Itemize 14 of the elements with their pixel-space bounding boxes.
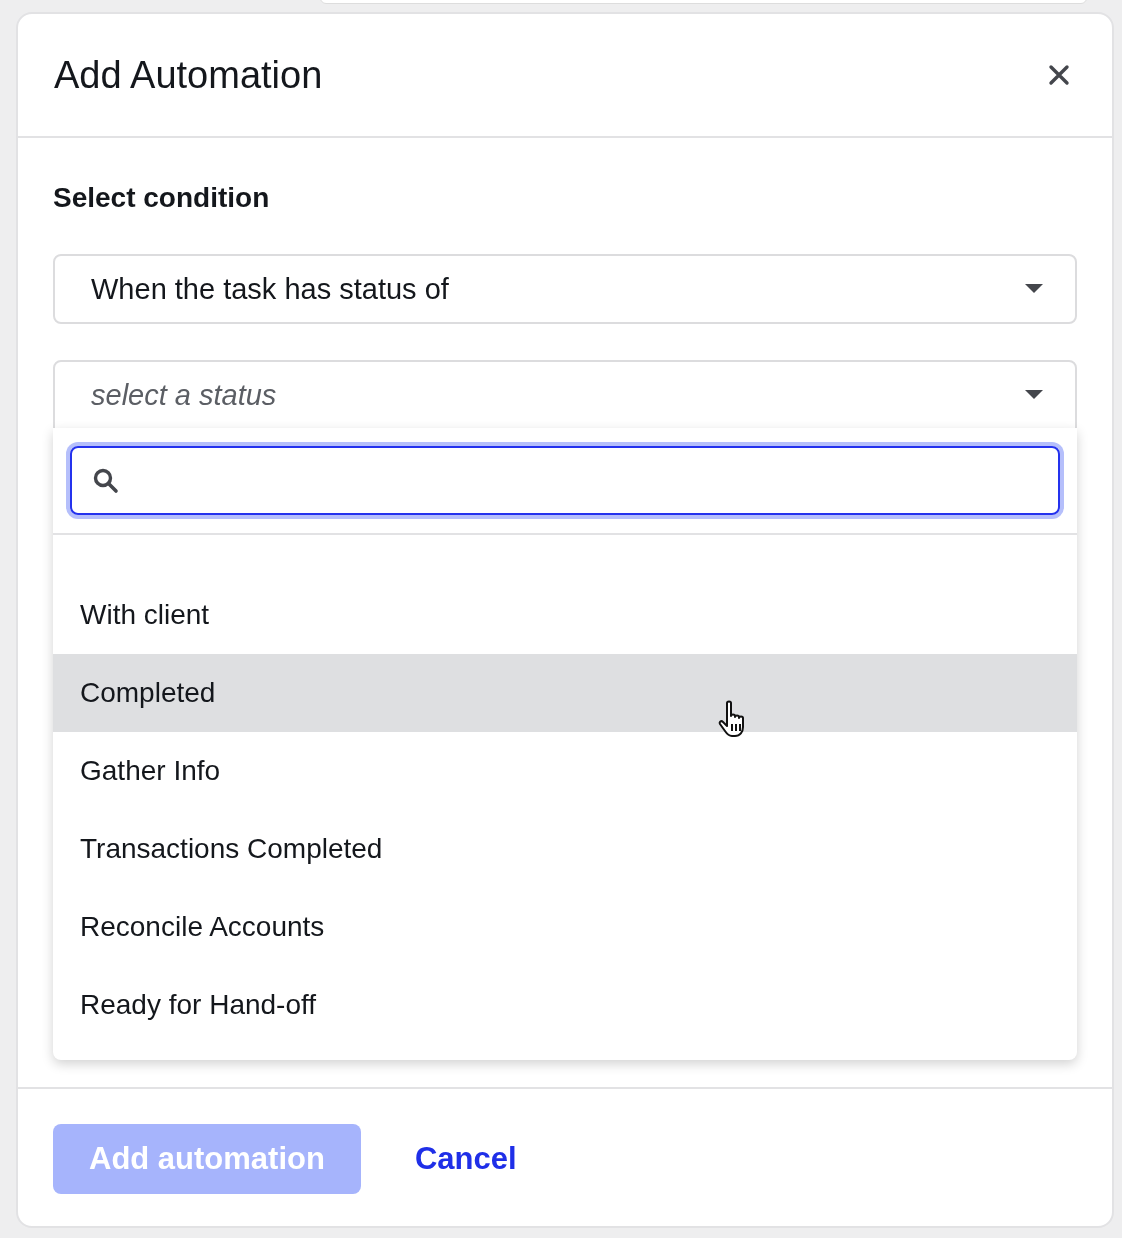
status-option[interactable]: Reconcile Accounts	[53, 888, 1077, 966]
caret-icon	[1025, 284, 1043, 294]
status-option[interactable]: Transactions Completed	[53, 810, 1077, 888]
dialog-title: Add Automation	[54, 53, 323, 97]
status-option[interactable]: Ready for Hand-off	[53, 966, 1077, 1044]
cancel-link[interactable]: Cancel	[414, 1141, 517, 1177]
caret-icon	[1025, 390, 1043, 400]
close-icon	[1048, 64, 1070, 86]
status-option[interactable]: With client	[53, 576, 1077, 654]
status-option[interactable]: Completed	[53, 654, 1077, 732]
status-option[interactable]: Gather Info	[53, 732, 1077, 810]
search-icon	[92, 466, 120, 495]
condition-select[interactable]: When the task has status of	[53, 254, 1077, 324]
section-label: Select condition	[53, 181, 271, 215]
